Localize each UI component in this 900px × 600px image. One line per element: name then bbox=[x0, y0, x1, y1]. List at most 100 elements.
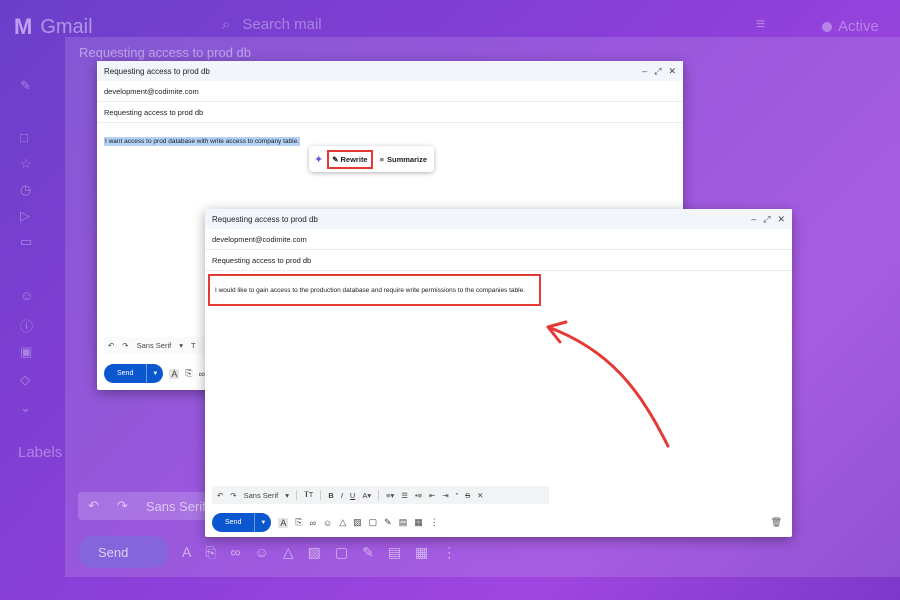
pencil-icon: ✎ bbox=[20, 78, 31, 93]
indent-more-icon[interactable]: ⇥ bbox=[442, 491, 448, 500]
bold-icon[interactable]: B bbox=[328, 491, 333, 500]
send-button-group[interactable]: Send ▼ bbox=[212, 513, 272, 532]
layout-icon[interactable]: ▤ bbox=[399, 517, 408, 528]
selected-body-text[interactable]: I want access to prod database with writ… bbox=[104, 137, 301, 146]
to-field[interactable]: development@codimite.com bbox=[205, 229, 792, 250]
ai-sparkle-icon[interactable]: ✦ bbox=[314, 152, 323, 166]
compose-title: Requesting access to prod db bbox=[212, 214, 318, 224]
link-icon[interactable]: ∞ bbox=[310, 518, 316, 528]
inbox-icon: □ bbox=[20, 130, 28, 145]
subject-field[interactable]: Requesting access to prod db bbox=[205, 250, 792, 271]
expand-icon[interactable]: ⤢ bbox=[654, 66, 661, 77]
list-icon: ≡ bbox=[379, 154, 384, 164]
rewrite-button[interactable]: ✎ Rewrite bbox=[327, 149, 373, 169]
formatting-toolbar: ↶ ↷ Sans Serif ▾ 𝐓T B I U A▾ ≡▾ ☰ •≡ ⇤ ⇥… bbox=[212, 486, 549, 504]
format-icon[interactable]: A bbox=[169, 368, 180, 379]
star-icon: ☆ bbox=[20, 156, 32, 171]
chevron-down-icon: ⌄ bbox=[20, 400, 31, 415]
layout-icon: ▤ bbox=[387, 543, 402, 560]
photo-icon[interactable]: ▨ bbox=[353, 517, 362, 528]
calendar-icon: ▦ bbox=[415, 543, 429, 560]
chevron-down-icon[interactable]: ▾ bbox=[285, 491, 289, 500]
lock-icon[interactable]: ▢ bbox=[369, 517, 378, 528]
font-select[interactable]: Sans Serif bbox=[244, 491, 279, 500]
format-icon: A bbox=[182, 544, 192, 560]
compose-title: Requesting access to prod db bbox=[104, 66, 210, 76]
strikethrough-icon[interactable]: S bbox=[465, 491, 470, 500]
search-icon: ⌕ bbox=[222, 16, 231, 33]
close-icon[interactable]: ✕ bbox=[777, 214, 785, 225]
format-icon[interactable]: A bbox=[278, 517, 289, 528]
undo-icon: ↶ bbox=[88, 498, 99, 513]
emoji-icon[interactable]: ☺ bbox=[323, 518, 332, 528]
attach-icon[interactable]: ⎘ bbox=[295, 517, 302, 528]
undo-icon[interactable]: ↶ bbox=[108, 341, 114, 350]
signature-icon[interactable]: ✎ bbox=[384, 517, 392, 528]
text-size-icon[interactable]: T bbox=[191, 341, 196, 350]
font-select[interactable]: Sans Serif bbox=[137, 341, 172, 350]
action-bar: Send ▼ A ⎘ ∞ bbox=[104, 364, 205, 383]
photo-icon: ▨ bbox=[307, 543, 321, 560]
quote-icon[interactable]: ” bbox=[456, 491, 459, 500]
align-icon[interactable]: ≡▾ bbox=[386, 491, 394, 500]
compose-header[interactable]: Requesting access to prod db – ⤢ ✕ bbox=[97, 61, 683, 81]
gmail-m-icon: M bbox=[14, 14, 33, 39]
filter-icon: ≡ bbox=[756, 16, 766, 33]
redo-icon[interactable]: ↷ bbox=[230, 491, 236, 500]
calendar-icon[interactable]: ▦ bbox=[414, 517, 423, 528]
expand-icon[interactable]: ⤢ bbox=[763, 214, 770, 225]
redo-icon: ↷ bbox=[116, 498, 128, 513]
labels-heading: Labels bbox=[18, 444, 63, 461]
more-options-icon[interactable]: ⋮ bbox=[430, 517, 439, 528]
clock-icon: ◷ bbox=[20, 182, 32, 197]
compose-window-rewritten: Requesting access to prod db – ⤢ ✕ devel… bbox=[205, 209, 792, 537]
drive-icon: △ bbox=[282, 543, 294, 560]
bulleted-list-icon[interactable]: •≡ bbox=[415, 491, 422, 500]
close-icon[interactable]: ✕ bbox=[668, 66, 676, 77]
send-options-icon[interactable]: ▼ bbox=[254, 513, 271, 532]
send-options-icon[interactable]: ▼ bbox=[146, 364, 163, 383]
formatting-toolbar: ↶ ↷ Sans Serif ▾ T bbox=[104, 337, 216, 354]
attach-icon[interactable]: ⎘ bbox=[185, 368, 192, 379]
clear-formatting-icon[interactable]: ✕ bbox=[477, 491, 483, 500]
numbered-list-icon[interactable]: ☰ bbox=[401, 491, 408, 500]
link-icon: ∞ bbox=[230, 544, 241, 560]
text-size-icon[interactable]: 𝐓T bbox=[304, 490, 313, 500]
undo-icon[interactable]: ↶ bbox=[217, 491, 223, 500]
background-sidebar: ✎ □ ☆ ◷ ▷ ▭ ☺ ⓘ ▣ ◇ ⌄ bbox=[0, 60, 70, 480]
chevron-down-icon[interactable]: ▾ bbox=[179, 341, 183, 350]
label-icon: ◇ bbox=[20, 372, 30, 387]
redo-icon[interactable]: ↷ bbox=[122, 341, 128, 350]
minimize-icon[interactable]: – bbox=[642, 66, 647, 77]
background-search: ⌕ Search mail bbox=[222, 16, 322, 33]
background-status: Active bbox=[822, 18, 879, 35]
ai-popup: ✦ ✎ Rewrite ≡ Summarize bbox=[309, 146, 434, 172]
minimize-icon[interactable]: – bbox=[751, 214, 756, 225]
send-button[interactable]: Send bbox=[104, 364, 146, 383]
trash-icon[interactable]: 🗑 bbox=[771, 517, 782, 528]
background-send: Send bbox=[78, 536, 168, 568]
status-dot bbox=[822, 21, 832, 32]
indent-less-icon[interactable]: ⇤ bbox=[429, 491, 435, 500]
divider bbox=[378, 490, 380, 500]
compose-header[interactable]: Requesting access to prod db – ⤢ ✕ bbox=[205, 209, 792, 229]
underline-icon[interactable]: U bbox=[350, 491, 355, 500]
subject-field[interactable]: Requesting access to prod db bbox=[97, 102, 683, 123]
summarize-button[interactable]: ≡ Summarize bbox=[377, 152, 430, 167]
background-actionbar: Send A ⎘ ∞ ☺ △ ▨ ▢ ✎ ▤ ▦ ⋮ bbox=[78, 536, 548, 568]
send-button[interactable]: Send bbox=[212, 513, 254, 532]
attach-icon: ⎘ bbox=[205, 543, 217, 560]
divider bbox=[320, 490, 322, 500]
lock-icon: ▢ bbox=[334, 543, 349, 560]
pen-icon: ✎ bbox=[362, 543, 374, 560]
to-field[interactable]: development@codimite.com bbox=[97, 81, 683, 102]
rewritten-body-highlight: I would like to gain access to the produ… bbox=[208, 274, 541, 306]
text-color-icon[interactable]: A▾ bbox=[362, 491, 371, 500]
more-icon: ⋮ bbox=[442, 543, 457, 560]
rewritten-body-text[interactable]: I would like to gain access to the produ… bbox=[215, 287, 525, 294]
info-icon: ⓘ bbox=[20, 319, 34, 334]
send-button-group[interactable]: Send ▼ bbox=[104, 364, 164, 383]
drive-icon[interactable]: △ bbox=[339, 517, 346, 528]
divider bbox=[295, 490, 297, 500]
italic-icon[interactable]: I bbox=[341, 491, 343, 500]
